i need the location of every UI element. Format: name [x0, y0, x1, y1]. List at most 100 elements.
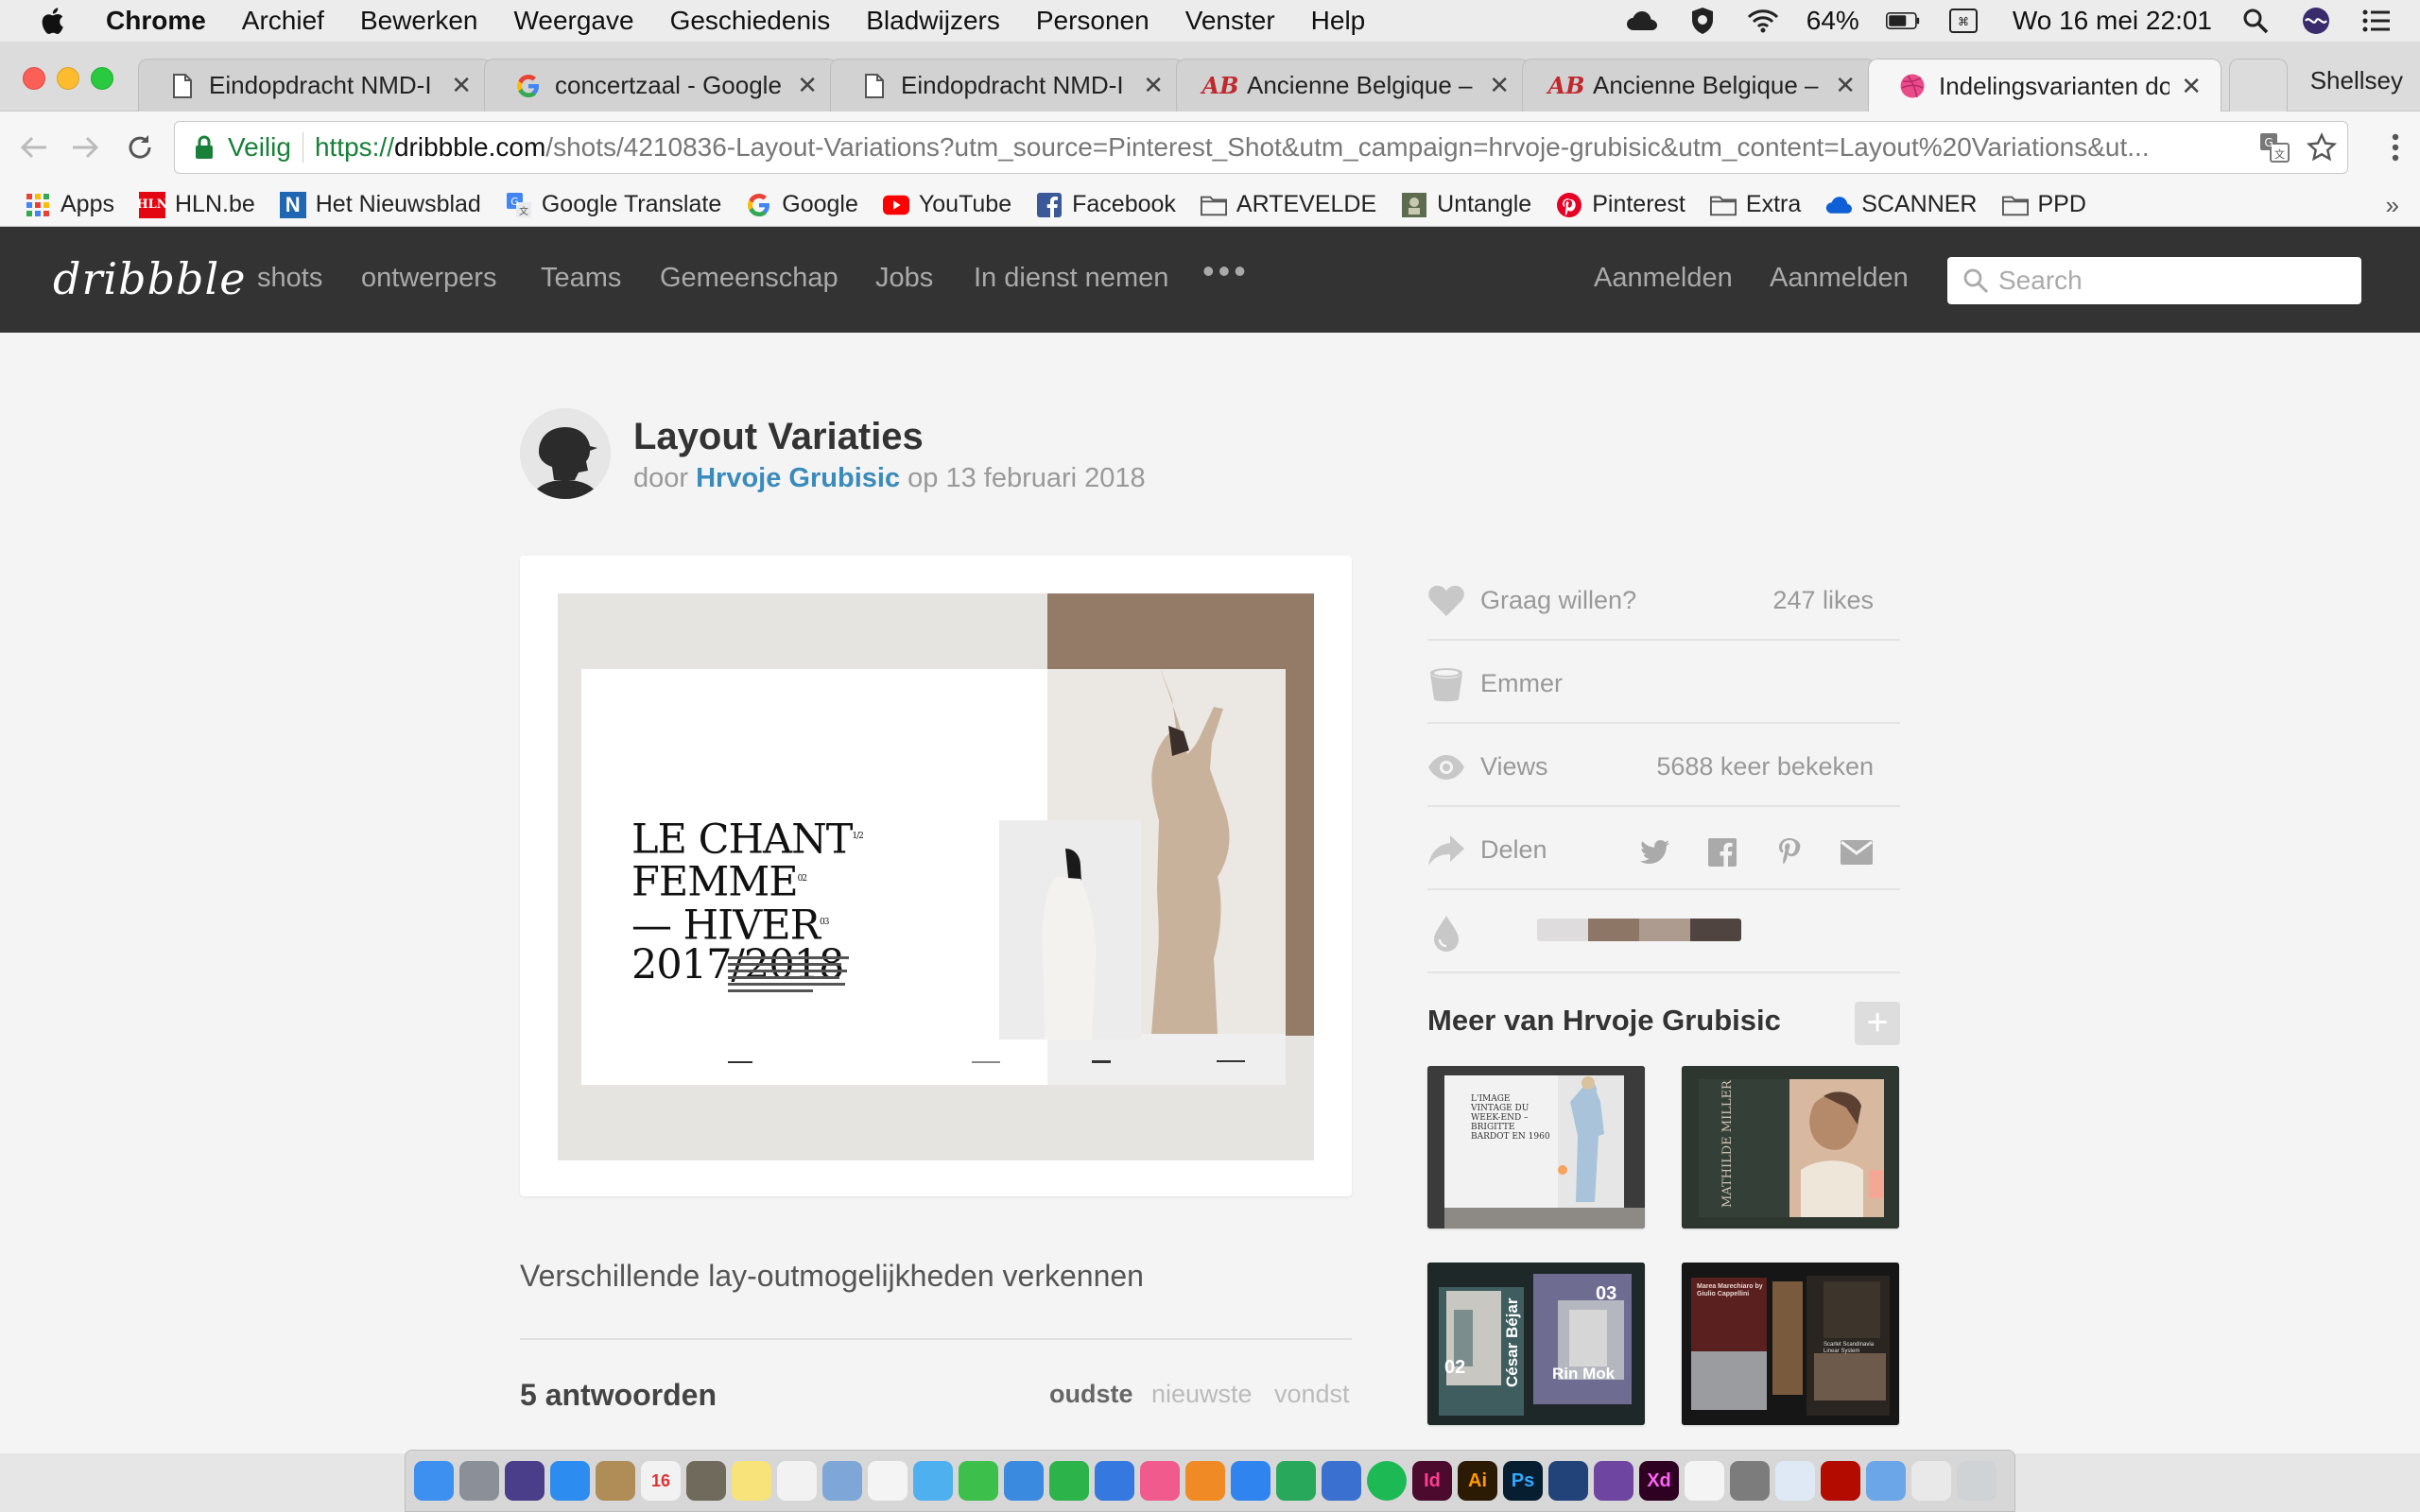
- itunes-icon[interactable]: [1140, 1461, 1180, 1501]
- menu-bewerken[interactable]: Bewerken: [360, 6, 478, 36]
- bookmark-scanner[interactable]: SCANNER: [1825, 191, 1978, 218]
- email-icon[interactable]: [1840, 835, 1874, 869]
- bookmark-pinterest[interactable]: Pinterest: [1556, 191, 1685, 218]
- launchpad-icon[interactable]: [459, 1461, 499, 1501]
- creative-cloud-icon[interactable]: [1625, 7, 1659, 35]
- pages-icon[interactable]: [1004, 1461, 1044, 1501]
- heart-icon[interactable]: [1427, 582, 1465, 620]
- xcode-icon[interactable]: [1322, 1461, 1361, 1501]
- chrome-icon[interactable]: [1685, 1461, 1724, 1501]
- address-bar[interactable]: Veilig https:// dribbble.com /shots/4210…: [174, 121, 2348, 174]
- bookmark-folder-artevelde[interactable]: ARTEVELDE: [1200, 191, 1376, 218]
- bookmark-folder-ppd[interactable]: PPD: [2001, 191, 2086, 218]
- safari-icon[interactable]: [550, 1461, 590, 1501]
- like-row[interactable]: Graag willen? 247 likes: [1427, 558, 1900, 641]
- secure-label[interactable]: Veilig: [228, 132, 291, 163]
- github-desktop-icon[interactable]: [1594, 1461, 1634, 1501]
- tab-close-icon[interactable]: ✕: [1835, 71, 1856, 100]
- sort-newest[interactable]: nieuwste: [1151, 1380, 1253, 1409]
- battery-icon[interactable]: [1885, 7, 1920, 35]
- vpn-app-icon[interactable]: [1276, 1461, 1316, 1501]
- menu-app-name[interactable]: Chrome: [106, 6, 206, 36]
- ibooks-icon[interactable]: [1185, 1461, 1225, 1501]
- bookmark-google-translate[interactable]: G文 Google Translate: [506, 191, 721, 218]
- pinterest-icon[interactable]: [1772, 835, 1806, 869]
- related-shot-thumbnail[interactable]: Marea Marechiaro by Giulio Cappellini Sc…: [1682, 1263, 1899, 1425]
- tab-close-icon[interactable]: ✕: [2181, 72, 2202, 101]
- color-swatch[interactable]: [1588, 919, 1639, 941]
- sort-popular[interactable]: vondst: [1274, 1380, 1350, 1409]
- vpn-shield-icon[interactable]: [1685, 7, 1720, 35]
- facebook-icon[interactable]: [1705, 835, 1739, 869]
- xd-icon[interactable]: Xd: [1639, 1461, 1679, 1501]
- illustrator-icon[interactable]: Ai: [1458, 1461, 1497, 1501]
- menu-venster[interactable]: Venster: [1185, 6, 1275, 36]
- color-swatch[interactable]: [1690, 919, 1741, 941]
- shot-image[interactable]: LE CHANT1/2 FEMME02 — HIVER03 2017/2018: [558, 593, 1314, 1160]
- nav-designers[interactable]: ontwerpers: [361, 263, 496, 294]
- photoshop-icon[interactable]: Ps: [1503, 1461, 1543, 1501]
- nav-jobs[interactable]: Jobs: [875, 263, 933, 294]
- notes-icon[interactable]: [732, 1461, 771, 1501]
- calendar-icon[interactable]: 16: [641, 1461, 681, 1501]
- maps-icon[interactable]: [822, 1461, 862, 1501]
- related-shot-thumbnail[interactable]: 02 César Béjar 03 Rin Mok: [1427, 1263, 1645, 1425]
- nav-more-icon[interactable]: •••: [1202, 251, 1250, 291]
- menu-bladwijzers[interactable]: Bladwijzers: [866, 6, 1000, 36]
- spotlight-search-icon[interactable]: [2238, 7, 2273, 35]
- reload-icon[interactable]: [121, 129, 159, 166]
- notes-book-icon[interactable]: [596, 1461, 635, 1501]
- browser-tab[interactable]: concertzaal - Google z ✕: [484, 59, 838, 112]
- related-shot-thumbnail[interactable]: MATHILDE MILLER: [1682, 1066, 1899, 1228]
- photos-icon[interactable]: [868, 1461, 908, 1501]
- chrome-menu-icon[interactable]: [2384, 129, 2407, 166]
- browser-tab[interactable]: AB Ancienne Belgique – O ✕: [1522, 59, 1876, 112]
- onedrive-icon[interactable]: [1775, 1461, 1815, 1501]
- menu-archief[interactable]: Archief: [242, 6, 324, 36]
- siri-icon[interactable]: [505, 1461, 544, 1501]
- messages-icon[interactable]: [913, 1461, 953, 1501]
- bucket-row[interactable]: Emmer: [1427, 641, 1900, 724]
- nav-teams[interactable]: Teams: [541, 263, 621, 294]
- profile-name[interactable]: Shellsey: [2310, 66, 2403, 95]
- color-swatch[interactable]: [1537, 919, 1588, 941]
- menu-help[interactable]: Help: [1311, 6, 1366, 36]
- downloads-folder-icon[interactable]: [1866, 1461, 1906, 1501]
- follow-add-button[interactable]: +: [1855, 1002, 1900, 1045]
- sign-in-link[interactable]: Aanmelden: [1594, 263, 1733, 294]
- numbers-icon[interactable]: [1049, 1461, 1089, 1501]
- reminders-icon[interactable]: [777, 1461, 817, 1501]
- window-minimize-button[interactable]: [57, 67, 79, 90]
- apple-menu-icon[interactable]: [38, 5, 70, 37]
- input-source-icon[interactable]: ⌘: [1946, 7, 1980, 35]
- bucket-icon[interactable]: [1427, 665, 1465, 703]
- vscode-icon[interactable]: [1548, 1461, 1588, 1501]
- tab-close-icon[interactable]: ✕: [1143, 71, 1164, 100]
- tab-close-icon[interactable]: ✕: [1489, 71, 1510, 100]
- menu-personen[interactable]: Personen: [1036, 6, 1150, 36]
- bookmark-folder-extra[interactable]: Extra: [1709, 191, 1801, 218]
- tab-close-icon[interactable]: ✕: [797, 71, 818, 100]
- facetime-icon[interactable]: [959, 1461, 998, 1501]
- spotify-icon[interactable]: [1367, 1461, 1407, 1501]
- likes-count[interactable]: 247 likes: [1772, 586, 1874, 615]
- bookmark-untangle[interactable]: Untangle: [1401, 191, 1531, 218]
- new-tab-button[interactable]: [2229, 59, 2288, 112]
- bookmark-google[interactable]: Google: [746, 191, 858, 218]
- keynote-icon[interactable]: [1095, 1461, 1134, 1501]
- bookmark-apps[interactable]: Apps: [25, 191, 114, 218]
- menu-weergave[interactable]: Weergave: [513, 6, 633, 36]
- system-preferences-icon[interactable]: [1730, 1461, 1770, 1501]
- bookmark-youtube[interactable]: YouTube: [882, 191, 1011, 218]
- bookmark-nieuwsblad[interactable]: N Het Nieuwsblad: [279, 191, 481, 218]
- related-shot-thumbnail[interactable]: L'IMAGE VINTAGE DU WEEK-END – BRIGITTE B…: [1427, 1066, 1645, 1228]
- preview-icon[interactable]: [686, 1461, 726, 1501]
- window-close-button[interactable]: [23, 67, 45, 90]
- finder-icon[interactable]: [414, 1461, 454, 1501]
- browser-tab[interactable]: Eindopdracht NMD-I ✕: [830, 59, 1184, 112]
- sign-up-link[interactable]: Aanmelden: [1770, 263, 1909, 294]
- nav-community[interactable]: Gemeenschap: [660, 263, 838, 294]
- like-label[interactable]: Graag willen?: [1480, 586, 1636, 615]
- bookmark-star-icon[interactable]: [2306, 132, 2338, 163]
- siri-icon[interactable]: [2299, 7, 2333, 35]
